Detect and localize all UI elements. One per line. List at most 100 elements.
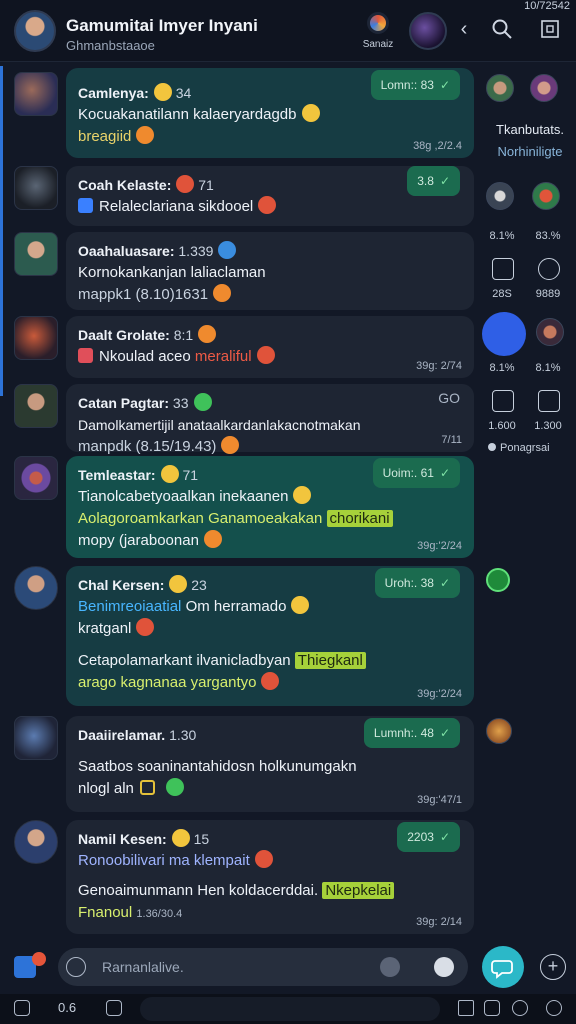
message-input[interactable]: Rarnanlalive. xyxy=(58,948,468,986)
timestamp: 39g:'2/24 xyxy=(417,688,462,700)
check-icon: ✓ xyxy=(439,78,450,92)
avatar[interactable] xyxy=(14,316,58,360)
check-icon: ✓ xyxy=(439,576,450,590)
avatar[interactable] xyxy=(14,232,58,276)
stat-value: 28S xyxy=(492,288,512,300)
avatar[interactable] xyxy=(14,72,58,116)
message-bubble[interactable]: Chal Kersen: 23 Benimreoiaatial Om herra… xyxy=(66,566,474,706)
home-icon[interactable] xyxy=(14,1000,30,1016)
chat-title[interactable]: Gamumitai Imyer Inyani xyxy=(66,16,258,36)
emoji-icon xyxy=(165,778,184,796)
chevron-left-icon[interactable]: ‹ xyxy=(452,18,476,42)
message-item[interactable]: Daaiirelamar. 1.30 Saatbos soaninantahid… xyxy=(0,716,480,814)
message-item[interactable]: Camlenya: 34 Kocuakanatilann kalaeryarda… xyxy=(0,66,480,162)
sender-name: Temleastar: xyxy=(78,467,156,483)
message-item[interactable]: Namil Kesen: 15 Ronoobilivari ma klempai… xyxy=(0,820,480,938)
stat-value: 8.1% xyxy=(489,362,515,374)
sticker-icon[interactable] xyxy=(434,957,454,977)
sender-name: Coah Kelaste: xyxy=(78,177,172,193)
chat-header: Gamumitai Imyer Inyani Ghmanbstaaoe 10/7… xyxy=(0,0,576,62)
game-icon[interactable] xyxy=(486,568,510,592)
message-bubble[interactable]: Catan Pagtar: 33 Damolkamertijil anataal… xyxy=(66,384,474,455)
avatar[interactable] xyxy=(14,166,58,210)
plus-icon[interactable]: + xyxy=(540,954,566,980)
reaction-badge[interactable]: 3.8 ✓ xyxy=(407,166,460,196)
box-icon[interactable] xyxy=(492,390,514,412)
app-icon xyxy=(367,12,389,34)
check-icon: ✓ xyxy=(439,726,450,740)
game-avatar[interactable] xyxy=(409,12,447,50)
search-icon[interactable] xyxy=(490,18,514,42)
avatar[interactable] xyxy=(14,456,58,500)
task-pill[interactable] xyxy=(140,997,440,1021)
edit-icon[interactable] xyxy=(458,1000,474,1016)
book-icon[interactable] xyxy=(106,1000,122,1016)
bot-button[interactable] xyxy=(482,312,526,356)
text-span: Ronoobilivari ma klempait xyxy=(78,852,250,869)
member-avatar[interactable] xyxy=(536,318,564,346)
message-item[interactable]: Catan Pagtar: 33 Damolkamertijil anataal… xyxy=(0,384,480,455)
reaction-badge[interactable]: Lomn:: 83 ✓ xyxy=(370,70,460,100)
sender-line: Daalt Grolate: 8:1 xyxy=(78,324,462,346)
message-item[interactable]: Oaahaluasare: 1.339 Kornokankanjan lalia… xyxy=(0,232,480,312)
flask-icon[interactable] xyxy=(538,258,560,280)
message-text: Saatbos soaninantahidosn holkunumgakn xyxy=(78,756,462,778)
stat-value: 1.600 xyxy=(488,420,516,432)
text-span: Genoaimunmann Hen koldacerddai. xyxy=(78,882,319,899)
circle-icon[interactable] xyxy=(546,1000,562,1016)
doc-icon[interactable] xyxy=(492,258,514,280)
member-avatar[interactable] xyxy=(530,74,558,102)
member-avatar[interactable] xyxy=(486,74,514,102)
group-avatar[interactable] xyxy=(14,10,56,52)
message-bubble[interactable]: Daaiirelamar. 1.30 Saatbos soaninantahid… xyxy=(66,716,474,812)
message-bubble[interactable]: Namil Kesen: 15 Ronoobilivari ma klempai… xyxy=(66,820,474,934)
emoji-icon xyxy=(258,196,277,214)
member-avatar[interactable] xyxy=(532,182,560,210)
avatar[interactable] xyxy=(14,384,58,428)
emoji-picker-icon[interactable] xyxy=(66,957,86,977)
send-icon[interactable] xyxy=(482,946,524,988)
reaction-icon[interactable] xyxy=(486,718,512,744)
emoji-icon xyxy=(301,104,320,122)
message-bubble[interactable]: Camlenya: 34 Kocuakanatilann kalaeryarda… xyxy=(66,68,474,158)
member-avatar[interactable] xyxy=(486,182,514,210)
reaction-badge[interactable]: 2203 ✓ xyxy=(397,822,460,852)
reaction-badge[interactable]: Uoim:. 61 ✓ xyxy=(372,458,460,488)
avatar[interactable] xyxy=(14,820,58,864)
status-dot xyxy=(488,443,496,451)
text-span: breagiid xyxy=(78,128,132,145)
gif-icon[interactable] xyxy=(380,957,400,977)
image-icon[interactable] xyxy=(538,390,560,412)
message-item[interactable]: Coah Kelaste: 71 Relaleclariana sikdooel… xyxy=(0,166,480,228)
message-text: Fnanoul 1.36/30.4 xyxy=(78,902,462,925)
message-text: mappk1 (8.10)1631 xyxy=(78,284,462,306)
message-text: mopy (jaraboonan xyxy=(78,530,462,552)
settings-icon[interactable] xyxy=(512,1000,528,1016)
timestamp: 7/11 xyxy=(441,434,462,446)
message-bubble[interactable]: Oaahaluasare: 1.339 Kornokankanjan lalia… xyxy=(66,232,474,310)
avatar[interactable] xyxy=(14,716,58,760)
menu-icon[interactable] xyxy=(538,18,562,42)
reaction-badge[interactable]: Uroh:. 38 ✓ xyxy=(374,568,460,598)
text-span: 1.36/30.4 xyxy=(136,908,183,920)
message-text: Tianolcabetyoaalkan inekaanen xyxy=(78,486,462,508)
message-item[interactable]: Chal Kersen: 23 Benimreoiaatial Om herra… xyxy=(0,566,480,710)
app-shortcut[interactable]: Sanaiz xyxy=(358,12,398,50)
message-bubble[interactable]: Temleastar: 71 Tianolcabetyoaalkan ineka… xyxy=(66,456,474,558)
window-icon[interactable] xyxy=(484,1000,500,1016)
input-placeholder: Rarnanlalive. xyxy=(102,959,184,975)
message-link[interactable]: Benimreoiaatial xyxy=(78,598,181,615)
panel-note: Ponagrsai xyxy=(488,442,550,454)
message-bubble[interactable]: Coah Kelaste: 71 Relaleclariana sikdooel… xyxy=(66,166,474,226)
sender-name: Namil Kesen: xyxy=(78,831,167,847)
message-bubble[interactable]: Daalt Grolate: 8:1 Nkoulad aceo meralifu… xyxy=(66,316,474,378)
message-item[interactable]: Temleastar: 71 Tianolcabetyoaalkan ineka… xyxy=(0,456,480,560)
avatar[interactable] xyxy=(14,566,58,610)
panel-subtitle[interactable]: Norhiniligte xyxy=(484,144,576,159)
sender-name: Camlenya: xyxy=(78,85,149,101)
reaction-badge[interactable]: Lumnh:. 48 ✓ xyxy=(363,718,460,748)
message-item[interactable]: Daalt Grolate: 8:1 Nkoulad aceo meralifu… xyxy=(0,316,480,380)
text-span: chorikani xyxy=(326,510,393,527)
timestamp: 39g:'2/24 xyxy=(417,540,462,552)
text-span: kratganl xyxy=(78,620,132,637)
